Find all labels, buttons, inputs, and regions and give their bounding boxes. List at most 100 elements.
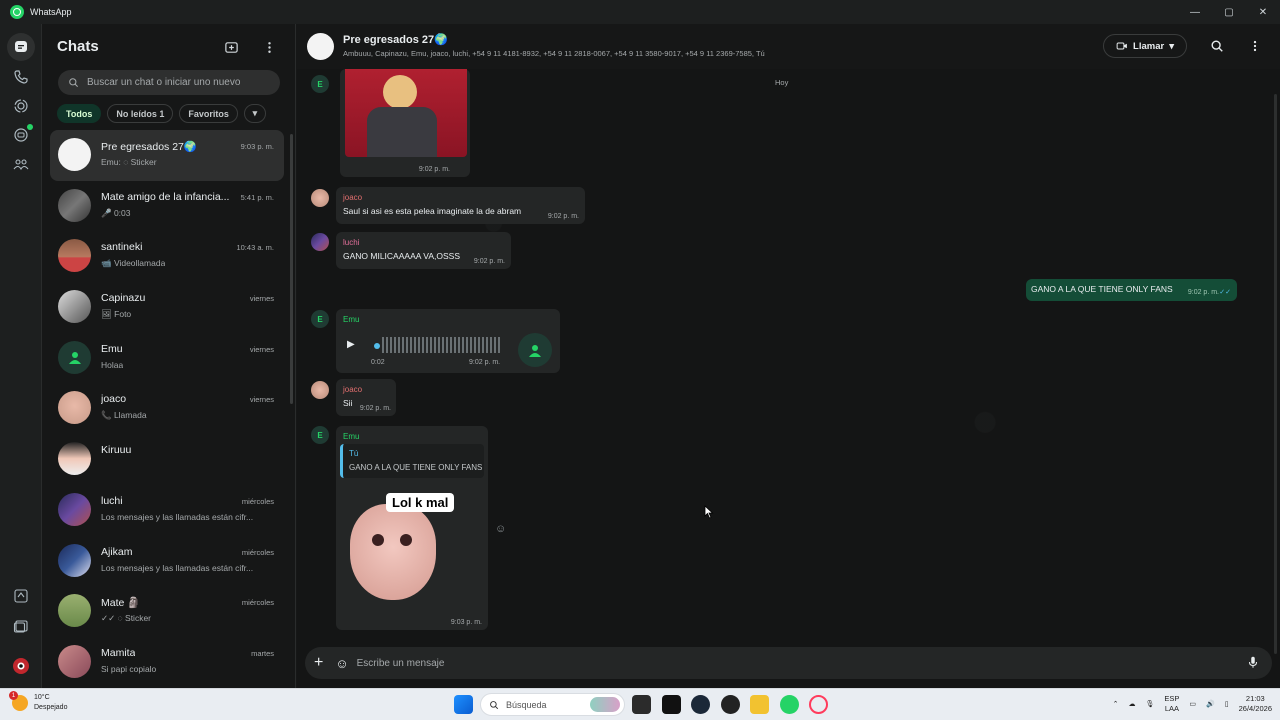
steam-icon[interactable] xyxy=(691,695,710,714)
message-time: 9:02 p. m. xyxy=(359,405,391,412)
quoted-message[interactable]: Tú GANO A LA QUE TIENE ONLY FANS xyxy=(340,444,484,478)
play-icon[interactable]: ▶ xyxy=(347,339,355,350)
avatar xyxy=(58,644,91,678)
maximize-button[interactable]: ▢ xyxy=(1212,0,1246,24)
message-bubble[interactable]: joaco Saul si asi es esta pelea imaginat… xyxy=(336,187,585,224)
message-time: 9:02 p. m. xyxy=(418,166,450,173)
title-bar: WhatsApp — ▢ ✕ xyxy=(0,0,1280,24)
more-options-icon[interactable] xyxy=(1246,37,1264,55)
filter-more-chevron-icon[interactable]: ▾ xyxy=(243,104,266,123)
chat-preview: 📞 Llamada xyxy=(101,410,147,421)
group-avatar[interactable] xyxy=(307,33,334,60)
chat-row[interactable]: luchi miércoles Los mensajes y las llama… xyxy=(50,485,284,536)
audio-waveform[interactable] xyxy=(382,337,500,353)
chat-time: miércoles xyxy=(241,496,274,506)
conversation-scrollbar[interactable] xyxy=(1274,94,1277,654)
filter-no-leidos[interactable]: No leídos 1 xyxy=(107,104,174,123)
file-explorer-icon[interactable] xyxy=(750,695,769,714)
conversation-header[interactable]: Pre egresados 27🌍 Ambuuu, Capinazu, Emu,… xyxy=(297,24,1280,69)
chat-row[interactable]: Emu viernes Holaa xyxy=(50,333,284,384)
image-message[interactable]: 9:02 p. m. xyxy=(340,69,470,177)
whatsapp-taskbar-icon[interactable] xyxy=(780,695,799,714)
game-app-icon[interactable] xyxy=(721,695,740,714)
emoji-sticker-icon[interactable]: ☺ xyxy=(335,656,348,671)
communities-icon[interactable] xyxy=(11,154,31,174)
task-view-icon[interactable] xyxy=(632,695,651,714)
clock-date: 26/4/2026 xyxy=(1238,704,1272,713)
app-icon[interactable] xyxy=(662,695,681,714)
chat-row[interactable]: santineki 10:43 a. m. 📹 Videollamada xyxy=(50,231,284,282)
chat-row[interactable]: Ajikam miércoles Los mensajes y las llam… xyxy=(50,536,284,587)
call-button[interactable]: Llamar ▾ xyxy=(1103,34,1187,58)
weather-widget[interactable]: 1 10°C Despejado xyxy=(9,691,67,713)
search-input[interactable] xyxy=(87,77,267,88)
close-button[interactable]: ✕ xyxy=(1246,0,1280,24)
phone-icon[interactable] xyxy=(11,67,31,87)
chat-row[interactable]: Mate amigo de la infancia... 5:41 p. m. … xyxy=(50,181,284,232)
starred-icon[interactable] xyxy=(11,586,31,606)
shared-image[interactable] xyxy=(345,69,467,157)
minimize-button[interactable]: — xyxy=(1178,0,1212,24)
windows-start-icon[interactable] xyxy=(454,695,473,714)
chat-preview: Si papi copialo xyxy=(101,663,157,674)
chat-preview: Emu: ◌ Sticker xyxy=(101,157,157,167)
chat-row[interactable]: joaco viernes 📞 Llamada xyxy=(50,383,284,434)
chat-row[interactable]: Kiruuu xyxy=(50,434,284,485)
filter-favoritos[interactable]: Favoritos xyxy=(179,104,238,123)
search-icon xyxy=(69,78,78,87)
network-icon[interactable]: ▭ xyxy=(1189,700,1196,708)
chat-row[interactable]: Mamita martes Si papi copialo xyxy=(50,637,284,688)
taskbar-search[interactable]: Búsqueda xyxy=(480,693,625,716)
opera-icon[interactable] xyxy=(809,695,828,714)
search-box[interactable] xyxy=(58,70,280,95)
avatar xyxy=(58,290,91,324)
message-bubble[interactable]: luchi GANO MILICAAAAA VA,OSSS 9:02 p. m. xyxy=(336,232,511,269)
message-text: Sii xyxy=(343,398,353,408)
sender-avatar xyxy=(311,233,329,251)
chat-time: 9:03 p. m. xyxy=(240,142,274,151)
quoted-author: Tú xyxy=(349,449,359,458)
microphone-icon[interactable] xyxy=(1246,655,1260,674)
conversation-pane: Pre egresados 27🌍 Ambuuu, Capinazu, Emu,… xyxy=(297,24,1280,688)
playback-scrubber[interactable] xyxy=(374,343,380,349)
default-user-icon xyxy=(58,340,91,374)
avatar xyxy=(58,138,91,171)
mic-tray-icon[interactable]: 🎙 xyxy=(1146,700,1155,708)
call-button-label: Llamar xyxy=(1133,40,1165,52)
filter-todos[interactable]: Todos xyxy=(57,104,102,123)
chat-preview: Los mensajes y las llamadas están cifr..… xyxy=(101,562,254,573)
language-indicator[interactable]: ESP LAA xyxy=(1164,694,1179,714)
chat-name: Ajikam xyxy=(101,545,133,558)
message-time: 9:02 p. m. xyxy=(469,359,501,366)
volume-icon[interactable]: 🔊 xyxy=(1206,700,1215,708)
profile-avatar-icon[interactable] xyxy=(11,656,31,676)
battery-icon[interactable]: ▯ xyxy=(1225,700,1229,708)
chat-preview: Holaa xyxy=(101,359,124,370)
chat-row[interactable]: Pre egresados 27🌍 9:03 p. m. Emu: ◌ Stic… xyxy=(50,130,284,181)
message-text: GANO A LA QUE TIENE ONLY FANS xyxy=(1031,284,1173,294)
attach-plus-icon[interactable]: + xyxy=(314,654,323,672)
chat-list-scrollbar[interactable] xyxy=(290,134,293,404)
archived-media-icon[interactable] xyxy=(11,616,31,636)
chat-row[interactable]: Capinazu viernes 🖼 Foto xyxy=(50,282,284,333)
message-time: 9:02 p. m. xyxy=(547,213,579,220)
message-bubble[interactable]: joaco Sii 9:02 p. m. xyxy=(336,379,396,416)
menu-icon[interactable] xyxy=(260,38,278,56)
new-chat-icon[interactable] xyxy=(222,38,240,56)
chat-name: Capinazu xyxy=(101,292,146,305)
search-icon[interactable] xyxy=(1208,37,1226,55)
conversation-title: Pre egresados 27🌍 xyxy=(343,34,448,46)
chat-preview: 📹 Videollamada xyxy=(101,258,166,269)
clock[interactable]: 21:03 26/4/2026 xyxy=(1239,694,1272,714)
voice-message-bubble[interactable]: Emu ▶ 0:02 9:02 p. m. xyxy=(336,309,560,373)
sticker-reply-bubble[interactable]: Emu Tú GANO A LA QUE TIENE ONLY FANS Lol… xyxy=(336,426,488,630)
status-icon[interactable] xyxy=(11,96,31,116)
chat-row[interactable]: Mate 🗿 miércoles ✓✓ ◌ Sticker xyxy=(50,586,284,637)
message-input[interactable] xyxy=(356,657,1217,669)
chats-icon[interactable] xyxy=(7,33,35,61)
tray-chevron-icon[interactable]: ⌃ xyxy=(1113,700,1119,708)
chat-name: Mate 🗿 xyxy=(101,597,141,610)
emoji-reaction-icon[interactable]: ☺ xyxy=(495,523,506,535)
outgoing-message-bubble[interactable]: GANO A LA QUE TIENE ONLY FANS 9:02 p. m.… xyxy=(1026,279,1237,301)
cloud-icon[interactable]: ☁ xyxy=(1129,700,1136,708)
